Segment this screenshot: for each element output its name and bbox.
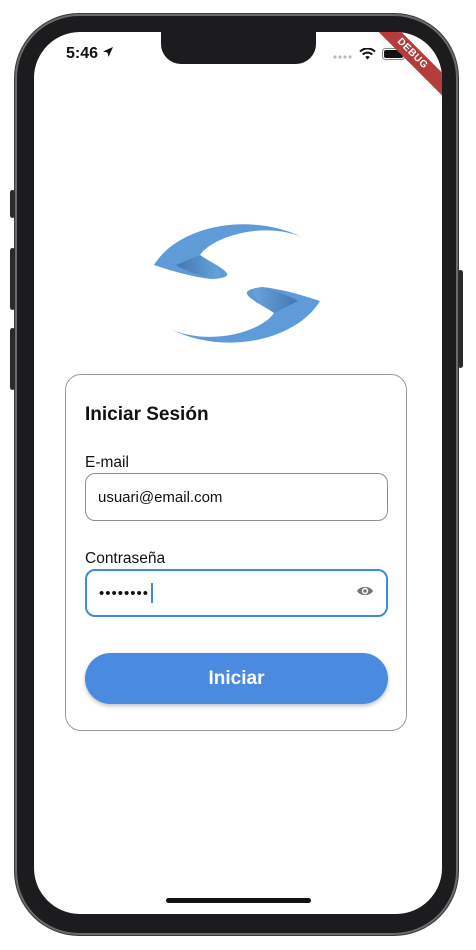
- email-value: usuari@email.com: [98, 488, 223, 506]
- email-label: E-mail: [85, 454, 129, 471]
- password-field[interactable]: ••••••••: [85, 569, 388, 617]
- app-logo: [152, 217, 322, 352]
- app-screen: 5:46 DEBUG Iniciar Sesión E-mail usuari@…: [34, 32, 442, 914]
- signal-dots-icon: [333, 47, 353, 65]
- mute-switch: [10, 190, 15, 218]
- login-button[interactable]: Iniciar: [85, 653, 388, 704]
- volume-up-button: [10, 248, 15, 310]
- eye-icon[interactable]: [356, 584, 374, 602]
- login-card: Iniciar Sesión E-mail usuari@email.com C…: [65, 374, 407, 731]
- email-field[interactable]: usuari@email.com: [85, 473, 388, 521]
- status-time: 5:46: [66, 45, 114, 63]
- login-title: Iniciar Sesión: [85, 404, 209, 425]
- password-label: Contraseña: [85, 550, 166, 567]
- location-arrow-icon: [102, 45, 114, 63]
- wifi-icon: [359, 47, 376, 65]
- password-value: ••••••••: [99, 584, 150, 602]
- status-time-text: 5:46: [66, 45, 99, 62]
- home-indicator[interactable]: [166, 898, 311, 903]
- text-caret: [151, 583, 154, 603]
- volume-down-button: [10, 328, 15, 390]
- notch: [161, 32, 316, 64]
- power-button: [458, 270, 463, 368]
